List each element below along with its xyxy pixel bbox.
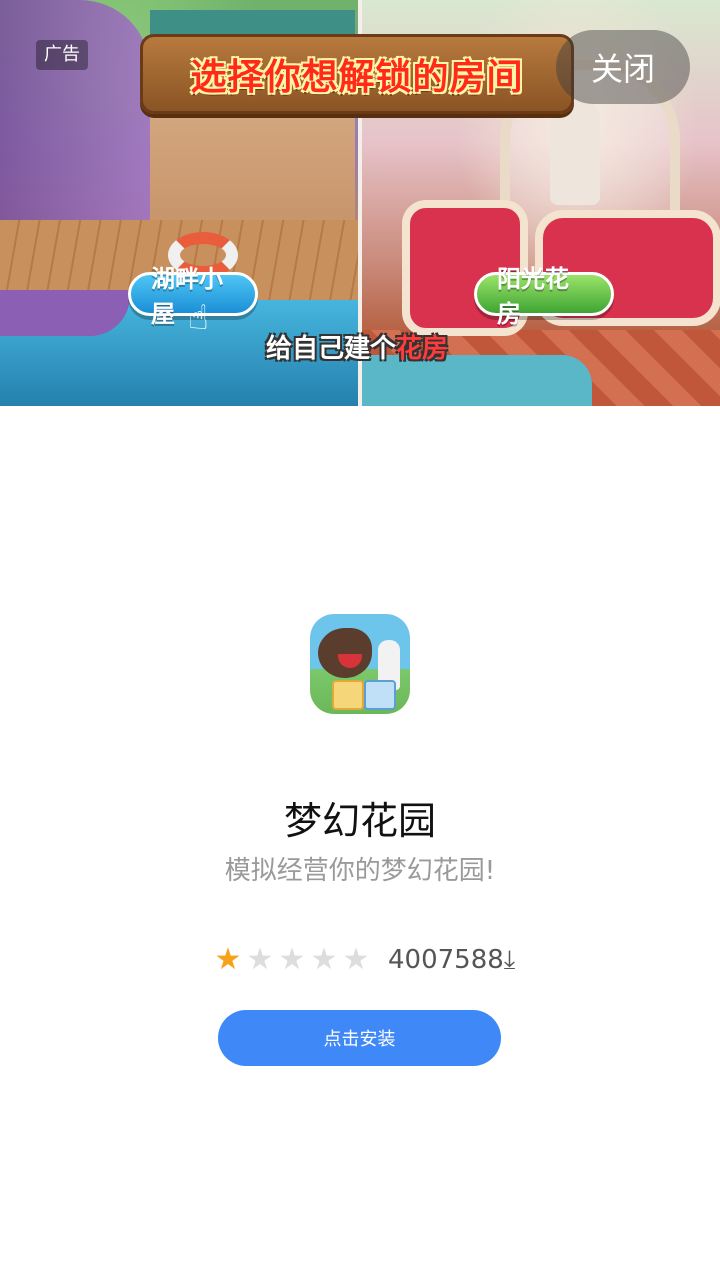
download-count-value: 4007588 (388, 944, 504, 975)
drumstick-tile-icon (332, 680, 364, 710)
download-count: 4007588⤓ (388, 945, 515, 976)
install-button[interactable]: 点击安装 (218, 1010, 501, 1066)
ad-label: 广告 (36, 40, 88, 70)
star-icon: ★ (278, 942, 306, 977)
banner-caption-highlight: 花房 (396, 334, 449, 364)
download-icon: ⤓ (503, 944, 516, 975)
wolf-art (318, 628, 372, 678)
boat-decoration (0, 290, 130, 336)
room-option-sunroom[interactable]: 阳光花房 (474, 265, 614, 328)
hammer-tile-icon (364, 680, 396, 710)
banner-title-board: 选择你想解锁的房间 (140, 34, 574, 114)
star-icon: ★ (246, 942, 274, 977)
app-icon[interactable] (310, 614, 410, 714)
banner-title: 选择你想解锁的房间 (190, 57, 524, 98)
banner-caption-text: 给自己建个 (266, 334, 397, 364)
star-icon: ★ (214, 942, 242, 977)
close-button[interactable]: 关闭 (556, 30, 690, 104)
star-icon: ★ (342, 942, 370, 977)
banner-caption: 给自己建个花房 (266, 328, 448, 365)
pointing-hand-icon: ☝ (188, 298, 209, 338)
app-name: 梦幻花园 (283, 799, 436, 843)
rating-row: ★ ★ ★ ★ ★ 4007588⤓ (214, 940, 516, 980)
room-option-sunroom-label: 阳光花房 (497, 265, 569, 328)
star-icon: ★ (310, 942, 338, 977)
app-description: 模拟经营你的梦幻花园! (224, 856, 496, 886)
